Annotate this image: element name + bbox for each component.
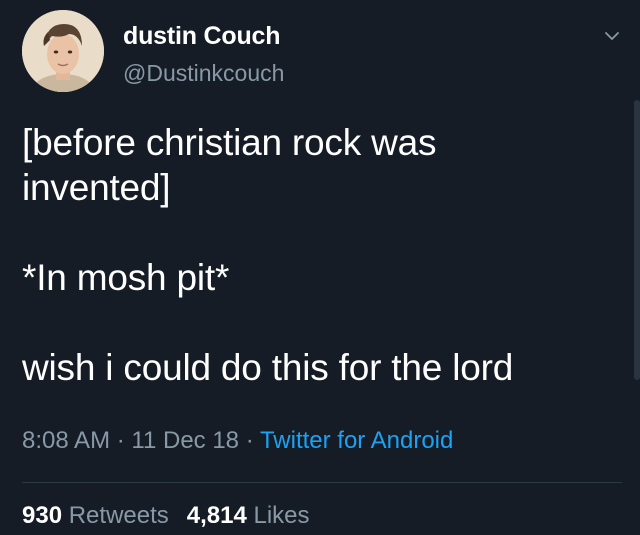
retweets-stat[interactable]: 930 Retweets (22, 502, 169, 529)
tweet-text: [before christian rock was invented] *In… (22, 122, 514, 388)
chevron-down-icon[interactable] (604, 28, 620, 44)
tweet-detail: dustin Couch @Dustinkcouch [before chris… (0, 0, 640, 535)
author-display-name[interactable]: dustin Couch (123, 22, 281, 51)
separator-dot: · (116, 427, 125, 454)
tweet-date[interactable]: 11 Dec 18 (131, 427, 239, 454)
separator-dot: · (245, 427, 254, 454)
tweet-metadata: 8:08 AM · 11 Dec 18 · Twitter for Androi… (22, 427, 453, 455)
retweets-count: 930 (22, 502, 63, 529)
avatar[interactable] (22, 10, 104, 92)
likes-stat[interactable]: 4,814 Likes (187, 502, 310, 529)
scrollbar[interactable] (634, 100, 640, 380)
likes-count: 4,814 (186, 502, 247, 529)
tweet-time: 8:08 AM (22, 427, 111, 454)
tweet-source-link[interactable]: Twitter for Android (260, 427, 453, 454)
retweets-label: Retweets (68, 502, 169, 529)
author-handle[interactable]: @Dustinkcouch (123, 60, 284, 87)
divider (22, 482, 622, 483)
user-avatar-icon (22, 10, 104, 92)
tweet-stats: 930 Retweets 4,814 Likes (22, 502, 310, 530)
likes-label: Likes (253, 502, 310, 529)
